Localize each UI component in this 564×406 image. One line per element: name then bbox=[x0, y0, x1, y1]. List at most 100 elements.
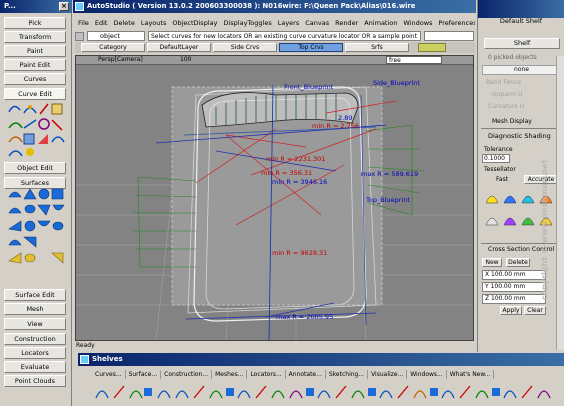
diagnostic-shading-title: Diagnostic Shading bbox=[488, 132, 551, 140]
radius-label-6: max R = 2005.95 bbox=[276, 313, 333, 321]
main-titlebar: AutoStudio ( Version 13.0.2 200603300038… bbox=[73, 0, 476, 13]
new-button[interactable]: New bbox=[482, 258, 502, 267]
palette-locators[interactable]: Locators bbox=[4, 347, 66, 359]
mesh-display-label[interactable]: Mesh Display bbox=[492, 118, 532, 125]
layer-tab-category[interactable]: Category bbox=[81, 43, 145, 52]
palette-paint-edit[interactable]: Paint Edit bbox=[4, 59, 66, 71]
menu-edit[interactable]: Edit bbox=[92, 18, 111, 29]
menu-layers[interactable]: Layers bbox=[275, 18, 303, 29]
shelf-tab-windows[interactable]: Windows... bbox=[407, 370, 447, 379]
tolerance-field[interactable]: 0.1000 bbox=[482, 154, 510, 163]
shelves-icon bbox=[80, 355, 89, 364]
menu-displaytoggles[interactable]: DisplayToggles bbox=[220, 18, 274, 29]
palette-mesh[interactable]: Mesh bbox=[4, 303, 66, 315]
radius-label-7: min R = 2.756 bbox=[312, 122, 359, 130]
tessellator-fast[interactable]: Fast bbox=[496, 176, 508, 183]
layer-color-swatch[interactable] bbox=[418, 43, 446, 52]
layer-tab-srfs[interactable]: Srfs bbox=[345, 43, 409, 52]
main-window: AutoStudio ( Version 13.0.2 200603300038… bbox=[73, 0, 476, 352]
layer-tab-top-crvs[interactable]: Top Crvs bbox=[279, 43, 343, 52]
shelf-tab-curves[interactable]: Curves... bbox=[92, 370, 126, 379]
shelves-title: Shelves bbox=[92, 355, 123, 363]
none-field[interactable]: none bbox=[482, 65, 561, 75]
faded-item-curvature-u: Curvature U bbox=[488, 103, 525, 110]
status-bar: Ready bbox=[76, 342, 95, 349]
menu-windows[interactable]: Windows bbox=[400, 18, 435, 29]
menu-animation[interactable]: Animation bbox=[361, 18, 400, 29]
palette-pick[interactable]: Pick bbox=[4, 17, 66, 29]
tolerance-label: Tolerance bbox=[484, 146, 513, 153]
radius-label-4: max R = 589.619 bbox=[361, 170, 418, 178]
menu-delete[interactable]: Delete bbox=[110, 18, 137, 29]
app-icon bbox=[75, 2, 84, 11]
palette-point-clouds[interactable]: Point Clouds bbox=[4, 375, 66, 387]
palette-view[interactable]: View bbox=[4, 318, 66, 330]
palette-titlebar: P... × bbox=[0, 0, 72, 13]
shelves-tab-row: Curves... Surface... Construction... Meshes… bbox=[92, 370, 562, 380]
panel-scrollbar[interactable] bbox=[556, 56, 564, 350]
shelf-tab-locators[interactable]: Locators... bbox=[247, 370, 286, 379]
palette-window: P... × Pick Transform Paint Paint Edit Curve… bbox=[0, 0, 72, 406]
layer-tab-side-crvs[interactable]: Side Crvs bbox=[213, 43, 277, 52]
pick-row: object Select curves for new locators OR… bbox=[75, 31, 475, 42]
divider bbox=[481, 128, 561, 129]
palette-construction[interactable]: Construction bbox=[4, 333, 66, 345]
shelf-tab-annotate[interactable]: Annotate... bbox=[286, 370, 326, 379]
z-value-field[interactable]: Z 100.00 mm bbox=[482, 294, 546, 304]
shelf-panel-title: Default Shelf bbox=[499, 17, 543, 25]
palette-evaluate[interactable]: Evaluate bbox=[4, 361, 66, 373]
viewport-geometry: Front_Blueprint Side_Blueprint Top_Bluep… bbox=[76, 79, 473, 340]
view-mode-field[interactable]: free bbox=[386, 56, 442, 64]
menu-render[interactable]: Render bbox=[332, 18, 361, 29]
palette-curves[interactable]: Curves bbox=[4, 73, 66, 85]
prompt-input[interactable] bbox=[424, 31, 474, 41]
palette-surface-edit[interactable]: Surface Edit bbox=[4, 289, 66, 301]
menu-preferences[interactable]: Preferences bbox=[435, 18, 475, 29]
viewport-title: Persp[Camera] bbox=[98, 56, 143, 63]
viewport-header: Persp[Camera] 100 free bbox=[76, 56, 473, 65]
shelf-tab-sketching[interactable]: Sketching... bbox=[326, 370, 369, 379]
curve-edit-icons[interactable] bbox=[8, 102, 66, 160]
y-value-field[interactable]: Y 100.00 mm bbox=[482, 282, 546, 292]
menu-layouts[interactable]: Layouts bbox=[138, 18, 169, 29]
shelf-tab-visualize[interactable]: Visualize... bbox=[368, 370, 408, 379]
pick-mode-icon[interactable] bbox=[75, 32, 84, 41]
top-blueprint-label: Top_Blueprint bbox=[365, 196, 410, 204]
palette-close-button[interactable]: × bbox=[59, 2, 69, 11]
layer-tab-defaultlayer[interactable]: DefaultLayer bbox=[147, 43, 211, 52]
clear-button[interactable]: Clear bbox=[524, 306, 546, 315]
window-title: AutoStudio ( Version 13.0.2 200603300038… bbox=[87, 2, 416, 10]
palette-transform[interactable]: Transform bbox=[4, 31, 66, 43]
radius-label-3: min R = 3946.16 bbox=[272, 178, 327, 186]
menu-objectdisplay[interactable]: ObjectDisplay bbox=[169, 18, 220, 29]
viewport-zoom-value: 100 bbox=[180, 56, 192, 63]
x-value-field[interactable]: X 100.00 mm bbox=[482, 270, 546, 280]
shelf-tab-surface[interactable]: Surface... bbox=[126, 370, 162, 379]
apply-button[interactable]: Apply bbox=[500, 306, 522, 315]
palette-paint[interactable]: Paint bbox=[4, 45, 66, 57]
pick-field[interactable]: object bbox=[87, 31, 145, 41]
shelf-panel-titlebar bbox=[478, 0, 564, 18]
viewport[interactable]: Persp[Camera] 100 free Front_Blueprint S… bbox=[75, 55, 474, 341]
side-blueprint-label: Side_Blueprint bbox=[373, 79, 420, 87]
delete-button[interactable]: Delete bbox=[506, 258, 530, 267]
menu-canvas[interactable]: Canvas bbox=[302, 18, 332, 29]
front-blueprint-label: Front_Blueprint bbox=[284, 83, 334, 91]
palette-title: P... bbox=[4, 2, 16, 10]
shelf-tool-icons[interactable] bbox=[92, 382, 562, 402]
palette-object-edit[interactable]: Object Edit bbox=[4, 162, 66, 174]
shelf-tab-construction[interactable]: Construction... bbox=[161, 370, 213, 379]
radius-label-2: min R = 356.31 bbox=[261, 169, 312, 177]
shelf-tab-what-s-new[interactable]: What's New... bbox=[447, 370, 495, 379]
faded-item-bend-fence: Bend Fence bbox=[486, 79, 521, 86]
palette-curve-edit[interactable]: Curve Edit bbox=[4, 88, 66, 100]
shelf-button[interactable]: Shelf bbox=[484, 38, 560, 49]
surfaces-icons[interactable] bbox=[8, 187, 66, 275]
shelves-titlebar: Shelves bbox=[78, 353, 564, 366]
divider bbox=[481, 243, 561, 244]
prompt-line: Select curves for new locators OR an exi… bbox=[148, 31, 421, 41]
shelf-tab-meshes[interactable]: Meshes... bbox=[212, 370, 248, 379]
menu-file[interactable]: File bbox=[75, 18, 92, 29]
radius-label-5: min R = 9628.31 bbox=[272, 249, 327, 257]
radius-label-1: min R = 2231.301 bbox=[266, 155, 325, 163]
